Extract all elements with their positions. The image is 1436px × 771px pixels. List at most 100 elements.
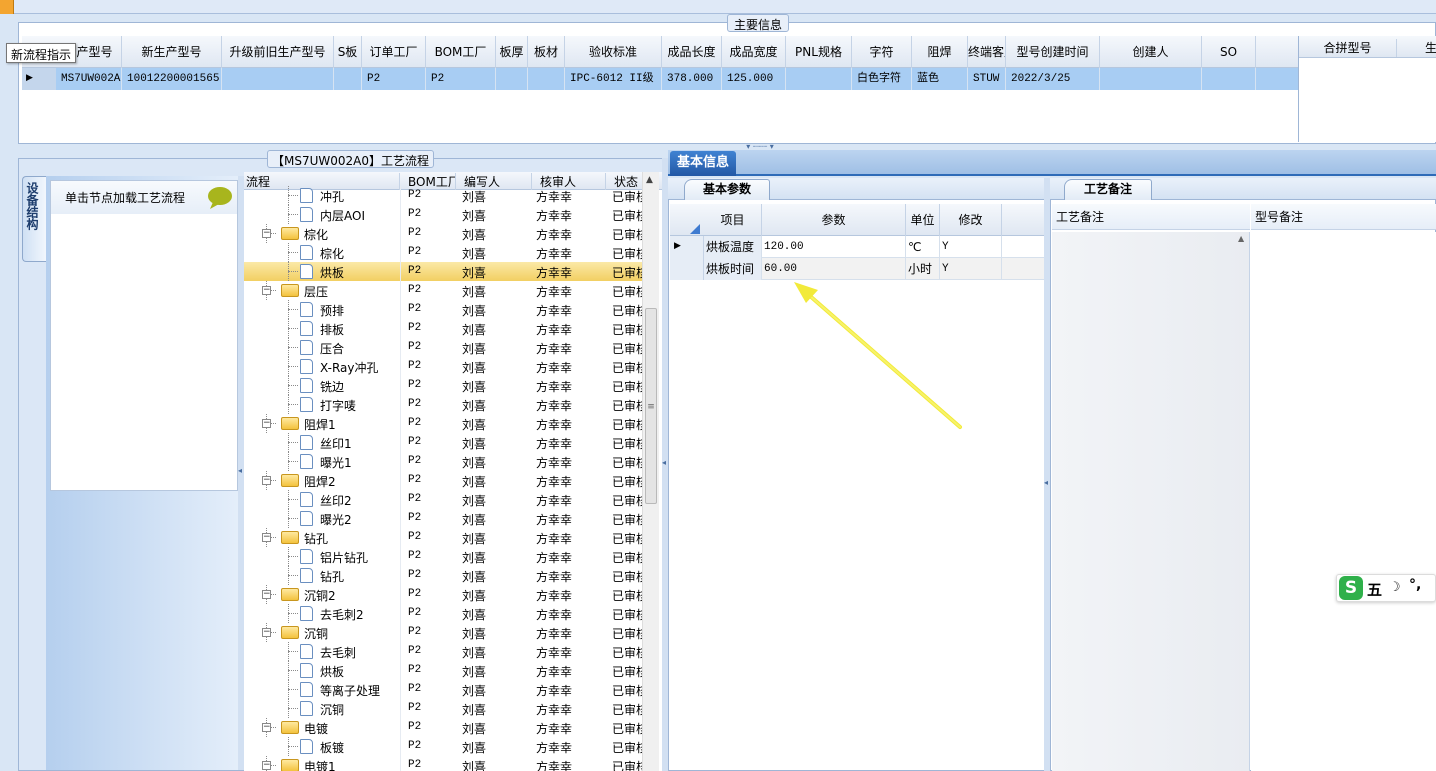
scroll-thumb[interactable]: ≡ (645, 308, 657, 504)
flow-row[interactable]: 沉铜 P2 刘喜 方幸幸 已审核 (244, 699, 642, 718)
params-item-cell[interactable]: 烘板时间 (704, 258, 762, 280)
params-col-header[interactable]: 单位 (906, 204, 940, 236)
main-grid-col-header[interactable]: 创建人 (1100, 36, 1202, 68)
flow-step-reviewer: 方幸幸 (536, 513, 573, 527)
main-grid-cell[interactable] (1204, 68, 1256, 90)
main-grid-col-header[interactable]: 板厚 (496, 36, 528, 68)
main-grid-cell[interactable] (498, 68, 528, 90)
process-remarks-scroll-up-icon[interactable]: ▲ (1238, 234, 1244, 243)
flow-row[interactable]: − 阻焊1 P2 刘喜 方幸幸 已审核 (244, 414, 642, 433)
params-modify-cell[interactable]: Y (940, 236, 1002, 258)
tab-process-remarks[interactable]: 工艺备注 (1064, 179, 1152, 200)
main-grid-cell[interactable] (1102, 68, 1202, 90)
side-grid-col-extra[interactable]: 生 (1425, 39, 1436, 56)
flow-row[interactable]: 板镀 P2 刘喜 方幸幸 已审核 (244, 737, 642, 756)
params-row[interactable]: ▶ 烘板温度 120.00 ℃ Y (670, 236, 1044, 258)
collapse-toggle-icon[interactable]: − (262, 476, 271, 485)
flow-row[interactable]: 压合 P2 刘喜 方幸幸 已审核 (244, 338, 642, 357)
flow-row[interactable]: − 阻焊2 P2 刘喜 方幸幸 已审核 (244, 471, 642, 490)
flow-row[interactable]: 冲孔 P2 刘喜 方幸幸 已审核 (244, 186, 642, 205)
params-value-cell[interactable]: 120.00 (762, 236, 906, 258)
main-grid-col-header[interactable]: 字符 (852, 36, 912, 68)
collapse-toggle-icon[interactable]: − (262, 723, 271, 732)
flow-row[interactable]: 曝光2 P2 刘喜 方幸幸 已审核 (244, 509, 642, 528)
flow-row[interactable]: − 棕化 P2 刘喜 方幸幸 已审核 (244, 224, 642, 243)
main-grid-cell[interactable]: IPC-6012 II级 (567, 68, 662, 90)
main-grid-cell[interactable] (530, 68, 565, 90)
collapse-toggle-icon[interactable]: − (262, 628, 271, 637)
main-grid-col-header[interactable]: PNL规格 (786, 36, 852, 68)
tab-basic-params[interactable]: 基本参数 (684, 179, 770, 200)
flow-row[interactable]: 内层AOI P2 刘喜 方幸幸 已审核 (244, 205, 642, 224)
main-grid-col-header[interactable]: 终端客户代码 (968, 36, 1006, 68)
collapse-toggle-icon[interactable]: − (262, 761, 271, 770)
main-grid-cell[interactable]: STUW (970, 68, 1006, 90)
main-grid-cell[interactable] (336, 68, 362, 90)
main-grid-cell[interactable]: P2 (428, 68, 496, 90)
params-col-header[interactable]: 修改 (940, 204, 1002, 236)
scroll-up-icon[interactable]: ▲ (646, 175, 653, 185)
main-grid-col-header[interactable]: S板 (334, 36, 362, 68)
main-grid-cell[interactable]: 白色字符 (854, 68, 912, 90)
main-grid-cell[interactable]: P2 (364, 68, 426, 90)
flow-row[interactable]: 铝片钻孔 P2 刘喜 方幸幸 已审核 (244, 547, 642, 566)
flow-row[interactable]: 曝光1 P2 刘喜 方幸幸 已审核 (244, 452, 642, 471)
flow-row[interactable]: − 电镀 P2 刘喜 方幸幸 已审核 (244, 718, 642, 737)
main-grid-cell[interactable]: 蓝色 (914, 68, 968, 90)
flow-row[interactable]: − 沉铜 P2 刘喜 方幸幸 已审核 (244, 623, 642, 642)
flow-row[interactable]: 排板 P2 刘喜 方幸幸 已审核 (244, 319, 642, 338)
collapse-toggle-icon[interactable]: − (262, 533, 271, 542)
main-grid-col-header[interactable]: 订单工厂 (362, 36, 426, 68)
flow-row[interactable]: 铣边 P2 刘喜 方幸幸 已审核 (244, 376, 642, 395)
flow-row[interactable]: 钻孔 P2 刘喜 方幸幸 已审核 (244, 566, 642, 585)
flow-row[interactable]: X-Ray冲孔 P2 刘喜 方幸幸 已审核 (244, 357, 642, 376)
collapse-toggle-icon[interactable]: − (262, 229, 271, 238)
params-unit-cell[interactable]: ℃ (906, 236, 940, 258)
main-grid-cell[interactable] (224, 68, 334, 90)
main-grid-col-header[interactable]: 阻焊 (912, 36, 968, 68)
main-grid-cell[interactable] (788, 68, 852, 90)
params-col-header[interactable]: 参数 (762, 204, 906, 236)
flow-row[interactable]: − 沉铜2 P2 刘喜 方幸幸 已审核 (244, 585, 642, 604)
collapse-toggle-icon[interactable]: − (262, 419, 271, 428)
flow-row[interactable]: 打字唛 P2 刘喜 方幸幸 已审核 (244, 395, 642, 414)
main-grid-cell[interactable]: 125.000 (724, 68, 786, 90)
tree-connector-h (288, 575, 298, 576)
params-item-cell[interactable]: 烘板温度 (704, 236, 762, 258)
main-grid-col-header[interactable]: 验收标准 (565, 36, 662, 68)
main-grid-col-header[interactable]: 成品长度 (662, 36, 722, 68)
flow-row[interactable]: 棕化 P2 刘喜 方幸幸 已审核 (244, 243, 642, 262)
flow-grid-scrollbar[interactable]: ▲ ≡ (642, 172, 659, 771)
process-remarks-area[interactable] (1052, 232, 1250, 771)
collapse-toggle-icon[interactable]: − (262, 286, 271, 295)
main-grid-col-header[interactable]: SO (1202, 36, 1256, 68)
flow-row[interactable]: 丝印1 P2 刘喜 方幸幸 已审核 (244, 433, 642, 452)
flow-row[interactable]: 去毛刺 P2 刘喜 方幸幸 已审核 (244, 642, 642, 661)
flow-row[interactable]: 丝印2 P2 刘喜 方幸幸 已审核 (244, 490, 642, 509)
main-grid-col-header[interactable]: BOM工厂 (426, 36, 496, 68)
main-grid-col-header[interactable]: 成品宽度 (722, 36, 786, 68)
model-remarks-area[interactable] (1251, 232, 1436, 771)
flow-row[interactable]: 等离子处理 P2 刘喜 方幸幸 已审核 (244, 680, 642, 699)
main-grid-col-header[interactable]: 升级前旧生产型号 (222, 36, 334, 68)
ime-toolbar[interactable]: S 五 ☽ °, (1336, 574, 1436, 602)
flow-row[interactable]: − 电镀1 P2 刘喜 方幸幸 已审核 (244, 756, 642, 771)
collapse-toggle-icon[interactable]: − (262, 590, 271, 599)
main-grid-col-header[interactable]: 新生产型号 (122, 36, 222, 68)
main-grid-cell[interactable]: 378.000 (664, 68, 722, 90)
flow-row[interactable]: 预排 P2 刘喜 方幸幸 已审核 (244, 300, 642, 319)
side-grid-col-merge-model[interactable]: 合拼型号 (1299, 39, 1397, 57)
main-grid-cell[interactable]: 10012200001565 (124, 68, 222, 90)
main-grid-cell[interactable]: MS7UW002A0 (58, 68, 122, 90)
params-col-header[interactable]: 项目 (704, 204, 762, 236)
main-grid-col-header[interactable]: 型号创建时间 (1006, 36, 1100, 68)
tab-basic-info[interactable]: 基本信息 (670, 151, 736, 176)
main-grid-cell[interactable]: 2022/3/25 (1008, 68, 1100, 90)
flow-row[interactable]: 烘板 P2 刘喜 方幸幸 已审核 (244, 262, 642, 281)
main-grid-row[interactable]: MS7UW002A0 10012200001565 P2 P2 IPC-6012 II级… (22, 68, 1298, 90)
flow-row[interactable]: − 层压 P2 刘喜 方幸幸 已审核 (244, 281, 642, 300)
flow-row[interactable]: 烘板 P2 刘喜 方幸幸 已审核 (244, 661, 642, 680)
flow-row[interactable]: − 钻孔 P2 刘喜 方幸幸 已审核 (244, 528, 642, 547)
flow-row[interactable]: 去毛刺2 P2 刘喜 方幸幸 已审核 (244, 604, 642, 623)
main-grid-col-header[interactable]: 板材 (528, 36, 565, 68)
